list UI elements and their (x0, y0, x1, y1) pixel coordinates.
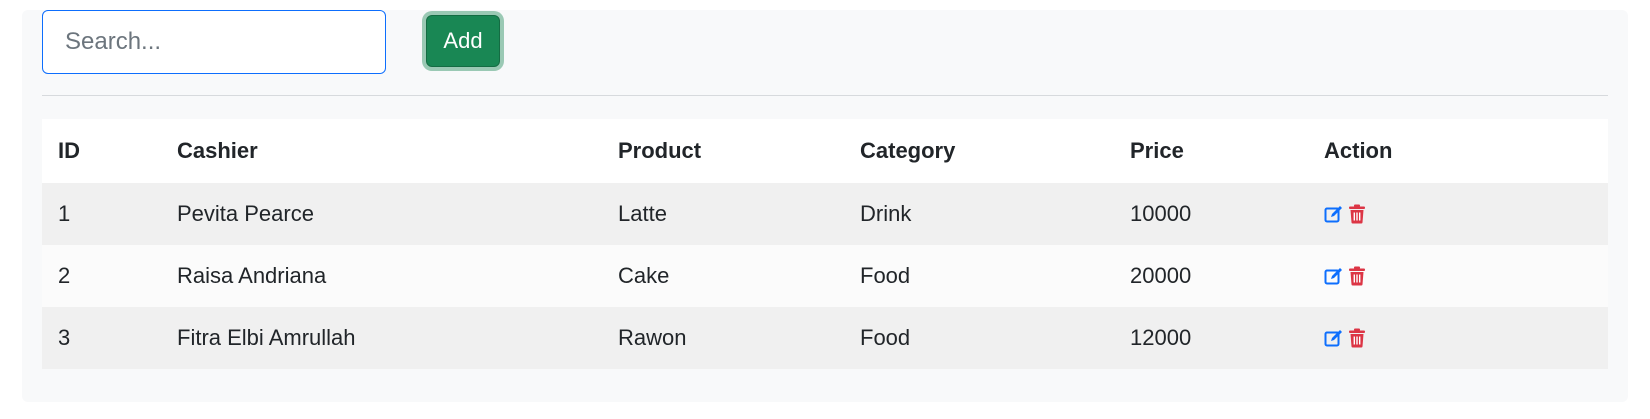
trash-icon[interactable] (1348, 266, 1366, 286)
trash-icon[interactable] (1348, 204, 1366, 224)
table-header-row: ID Cashier Product Category Price Action (42, 119, 1608, 183)
cell-id: 1 (42, 183, 161, 245)
row-actions (1324, 266, 1608, 286)
add-button[interactable]: Add (426, 15, 500, 67)
search-input[interactable] (42, 10, 386, 74)
row-actions (1324, 204, 1608, 224)
cell-action (1308, 245, 1608, 307)
cell-cashier: Fitra Elbi Amrullah (161, 307, 602, 369)
table-row: 2 Raisa Andriana Cake Food 20000 (42, 245, 1608, 307)
column-header-cashier: Cashier (161, 119, 602, 183)
column-header-price: Price (1114, 119, 1308, 183)
cell-price: 12000 (1114, 307, 1308, 369)
content-panel: Add ID Cashier Product Category Price Ac… (22, 10, 1628, 402)
cell-product: Cake (602, 245, 844, 307)
edit-icon[interactable] (1324, 204, 1344, 224)
column-header-product: Product (602, 119, 844, 183)
cell-action (1308, 183, 1608, 245)
cashier-table: ID Cashier Product Category Price Action… (42, 119, 1608, 369)
cell-id: 2 (42, 245, 161, 307)
cell-id: 3 (42, 307, 161, 369)
trash-icon[interactable] (1348, 328, 1366, 348)
divider (42, 95, 1608, 96)
cell-category: Drink (844, 183, 1114, 245)
table-row: 1 Pevita Pearce Latte Drink 10000 (42, 183, 1608, 245)
cell-cashier: Pevita Pearce (161, 183, 602, 245)
cell-product: Rawon (602, 307, 844, 369)
table-row: 3 Fitra Elbi Amrullah Rawon Food 12000 (42, 307, 1608, 369)
cell-price: 10000 (1114, 183, 1308, 245)
edit-icon[interactable] (1324, 328, 1344, 348)
column-header-id: ID (42, 119, 161, 183)
edit-icon[interactable] (1324, 266, 1344, 286)
row-actions (1324, 328, 1608, 348)
cell-product: Latte (602, 183, 844, 245)
column-header-action: Action (1308, 119, 1608, 183)
cell-cashier: Raisa Andriana (161, 245, 602, 307)
cell-action (1308, 307, 1608, 369)
cell-category: Food (844, 307, 1114, 369)
column-header-category: Category (844, 119, 1114, 183)
cell-price: 20000 (1114, 245, 1308, 307)
cell-category: Food (844, 245, 1114, 307)
